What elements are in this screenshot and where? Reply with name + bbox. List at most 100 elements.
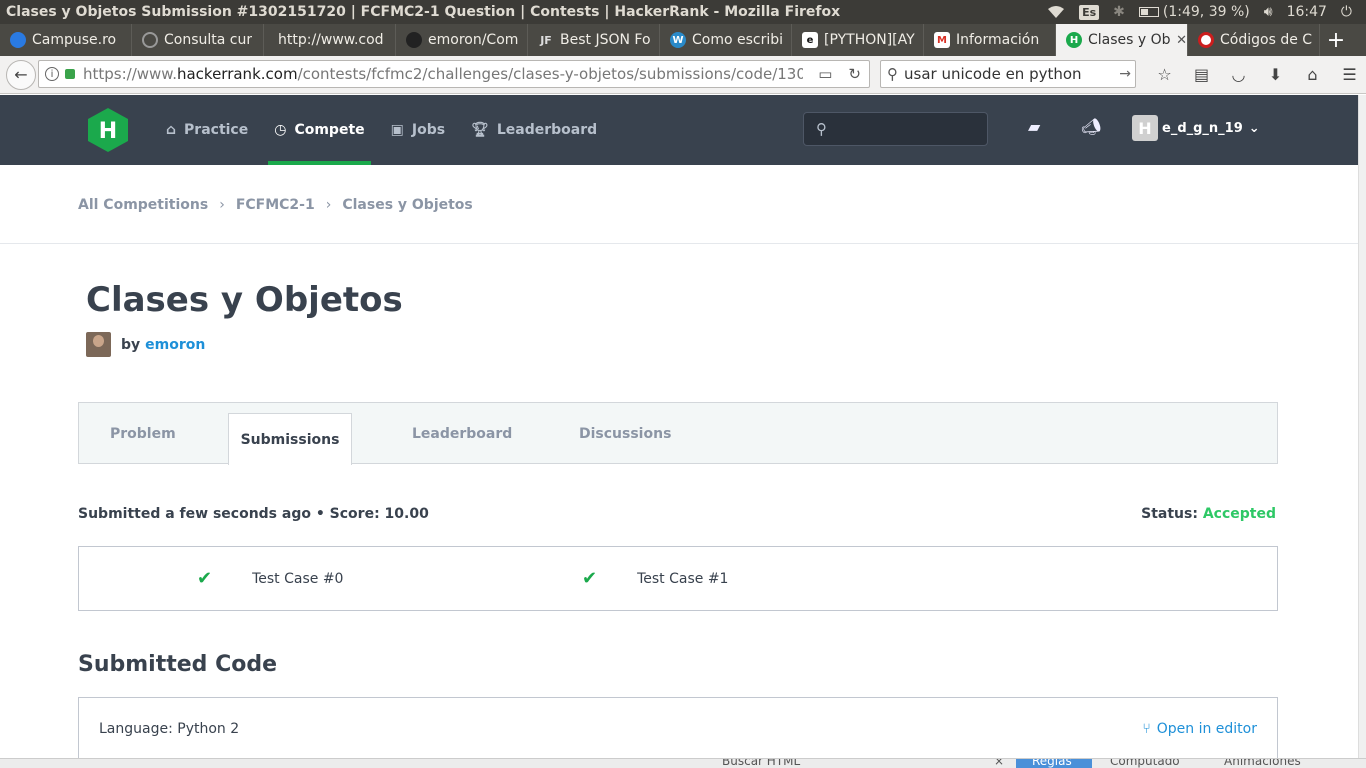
battery-indicator[interactable]: (1:49, 39 %) [1138,4,1250,20]
volume-icon[interactable]: 🔊︎ [1264,4,1273,20]
status-badge: Accepted [1202,506,1276,522]
tab-discussions[interactable]: Discussions [579,403,671,465]
avatar: H [1132,115,1158,141]
check-icon: ✔ [582,568,598,589]
browser-tab[interactable]: e [PYTHON][AY [792,24,924,56]
author-avatar[interactable] [86,332,111,357]
search-input[interactable]: usar unicode en python [904,65,1082,83]
test-cases-panel: ✔ Test Case #0 ✔ Test Case #1 [78,546,1278,611]
page-scrollbar[interactable] [1358,95,1366,758]
notifications-icon[interactable]: 📣︎ [1081,117,1101,136]
trophy-icon: 🏆︎ [471,122,489,138]
battery-text: (1:49, 39 %) [1162,4,1250,20]
challenge-tabs: Problem Submissions Leaderboard Discussi… [78,402,1278,465]
tab-problem[interactable]: Problem [110,403,176,465]
cloud-icon [10,32,26,48]
e-icon: e [802,32,818,48]
nav-practice[interactable]: ⌂ Practice [160,95,254,165]
devtools-search[interactable]: Buscar HTML [722,759,800,768]
breadcrumb-challenge[interactable]: Clases y Objetos [342,197,472,213]
hackerrank-logo[interactable]: H [86,107,130,153]
browser-tab[interactable]: M Información [924,24,1056,56]
nav-compete[interactable]: ◷ Compete [268,95,371,165]
messages-icon[interactable]: ▰ [1028,117,1040,136]
site-search-input[interactable]: ⚲ [803,112,988,146]
new-tab-button[interactable]: + [1320,24,1352,56]
test-case[interactable]: ✔ Test Case #1 [582,547,728,610]
submission-info: Submitted a few seconds ago • Score: 10.… [78,506,429,522]
info-icon[interactable]: i [45,67,59,81]
open-in-editor-link[interactable]: ⑂ Open in editor [1142,721,1257,737]
keyboard-layout-badge[interactable]: Es [1079,4,1100,20]
main-nav: ⌂ Practice ◷ Compete ▣ Jobs 🏆︎ Leaderboa… [160,95,617,165]
devtools-tab[interactable]: Animaciones [1224,759,1301,768]
submitted-code-heading: Submitted Code [78,652,278,677]
search-go-icon[interactable]: → [1119,66,1131,82]
home-icon[interactable]: ⌂ [1294,60,1331,88]
user-menu[interactable]: H e_d_g_n_19 ⌄ [1132,115,1260,141]
clock-icon: ◷ [274,122,287,138]
devtools-strip: × Buscar HTML Reglas Computado Animacion… [0,758,1366,768]
author-line: by emoron [86,332,205,357]
username: e_d_g_n_19 [1162,120,1243,136]
bluetooth-icon[interactable]: ✱ [1113,4,1125,20]
search-bar[interactable]: ⚲ usar unicode en python → [880,60,1136,88]
svg-text:H: H [99,119,117,144]
url-text[interactable]: https://www.hackerrank.com/contests/fcfm… [83,65,803,83]
opera-icon [1198,32,1214,48]
github-icon [406,32,422,48]
browser-tab[interactable]: Códigos de C [1188,24,1320,56]
submission-status: Status: Accepted [1141,506,1276,522]
power-icon[interactable]: ⏻ [1341,4,1352,20]
menu-icon[interactable]: ☰ [1331,60,1366,88]
url-bar[interactable]: i https://www.hackerrank.com/contests/fc… [38,60,870,88]
search-icon: ⚲ [816,120,827,138]
reader-view-icon[interactable]: ▭ [818,65,832,83]
browser-tab[interactable]: http://www.cod [264,24,396,56]
back-button[interactable]: ← [6,59,36,90]
browser-navbar: ← i https://www.hackerrank.com/contests/… [0,56,1366,94]
devtools-tab[interactable]: Computado [1110,759,1180,768]
by-label: by [121,336,141,353]
breadcrumb: All Competitions › FCFMC2-1 › Clases y O… [78,197,473,213]
check-icon: ✔ [197,568,213,589]
branch-icon: ⑂ [1142,721,1151,737]
chevron-right-icon: › [219,197,225,213]
download-icon[interactable]: ⬇ [1257,60,1294,88]
briefcase-icon: ▣ [390,122,404,138]
browser-tab-active[interactable]: H Clases y Ob ✕ [1056,24,1188,56]
status-label: Status: [1141,506,1198,522]
home-icon: ⌂ [166,122,177,138]
globe-icon [142,32,158,48]
test-case[interactable]: ✔ Test Case #0 [197,547,343,610]
bookmark-star-icon[interactable]: ☆ [1146,60,1183,88]
search-icon: ⚲ [887,65,898,83]
browser-tab[interactable]: Campuse.ro [0,24,132,56]
breadcrumb-all-competitions[interactable]: All Competitions [78,197,208,213]
gmail-icon: M [934,32,950,48]
page-title: Clases y Objetos [86,280,403,320]
divider [0,243,1358,244]
browser-tab[interactable]: W Como escribi [660,24,792,56]
jf-icon: JF [540,33,552,47]
os-title-bar: Clases y Objetos Submission #1302151720 … [0,0,1366,24]
browser-tab[interactable]: Consulta cur [132,24,264,56]
close-tab-icon[interactable]: ✕ [1176,33,1187,48]
devtools-close-icon[interactable]: × [994,759,1004,768]
author-link[interactable]: emoron [145,337,205,353]
wifi-icon[interactable] [1047,5,1065,19]
browser-tab[interactable]: JF Best JSON Fo [528,24,660,56]
reload-icon[interactable]: ↻ [848,65,861,83]
nav-jobs[interactable]: ▣ Jobs [385,95,451,165]
tab-leaderboard[interactable]: Leaderboard [412,403,512,465]
browser-tab[interactable]: emoron/Com [396,24,528,56]
breadcrumb-contest[interactable]: FCFMC2-1 [236,197,315,213]
devtools-tab[interactable]: Reglas [1032,759,1072,768]
pocket-icon[interactable]: ◡ [1220,60,1257,88]
browser-tab-strip: Campuse.ro Consulta cur http://www.cod e… [0,24,1366,56]
clock-text[interactable]: 16:47 [1287,4,1327,20]
system-tray: Es ✱ (1:49, 39 %) 🔊︎ 16:47 ⏻ [1047,0,1366,24]
nav-leaderboard[interactable]: 🏆︎ Leaderboard [465,95,603,165]
reading-list-icon[interactable]: ▤ [1183,60,1220,88]
tab-submissions[interactable]: Submissions [228,413,352,465]
